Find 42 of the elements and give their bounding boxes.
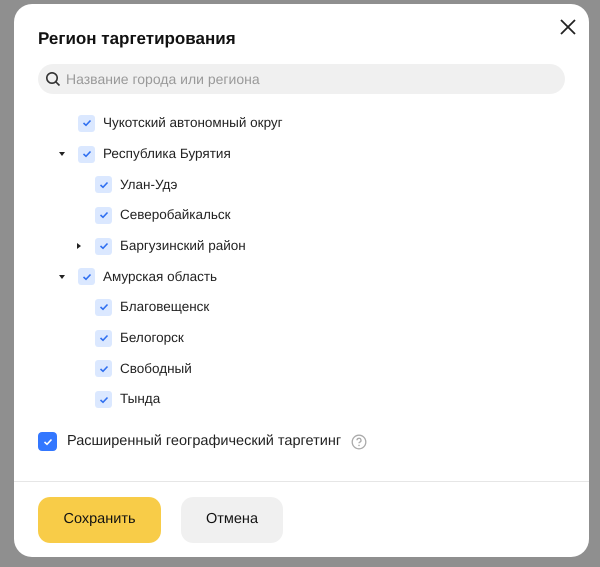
check-icon	[82, 272, 92, 281]
region-label: Белогорск	[120, 329, 184, 348]
region-label: Тында	[120, 390, 160, 408]
region-label: Благовещенск	[120, 298, 210, 316]
checkbox[interactable]	[78, 268, 95, 286]
region-label: Республика Бурятия	[103, 144, 231, 163]
checkbox[interactable]	[95, 206, 112, 224]
checkbox[interactable]	[95, 176, 112, 194]
region-label: Свободный	[120, 360, 192, 378]
checkbox[interactable]	[78, 146, 95, 163]
checkbox[interactable]	[95, 391, 112, 408]
checkbox[interactable]	[38, 432, 57, 452]
region-label: Чукотский автономный округ	[103, 114, 283, 132]
dialog-title: Регион таргетирования	[38, 28, 236, 50]
search-field[interactable]: Название города или региона	[38, 64, 565, 94]
checkbox[interactable]	[78, 114, 95, 132]
help-icon	[351, 434, 368, 450]
check-icon	[98, 396, 108, 404]
check-icon	[82, 119, 92, 128]
check-icon	[82, 150, 92, 158]
cancel-button[interactable]: Отмена	[181, 497, 283, 543]
region-label: Северобайкальск	[120, 206, 231, 224]
checkbox-label: Расширенный географический таргетинг	[67, 432, 342, 451]
check-icon	[98, 180, 108, 189]
check-icon	[98, 364, 108, 373]
checkbox[interactable]	[95, 330, 112, 347]
caret-icon[interactable]	[59, 151, 65, 158]
check-icon	[98, 242, 108, 250]
check-icon	[42, 438, 52, 446]
check-icon	[98, 303, 108, 312]
checkbox[interactable]	[95, 298, 112, 316]
checkbox[interactable]	[95, 360, 112, 378]
region-label: Улан-Удэ	[120, 176, 178, 194]
search-icon	[45, 71, 61, 87]
region-label: Амурская область	[103, 268, 218, 286]
checkbox[interactable]	[95, 238, 112, 255]
region-label: Баргузинский район	[120, 236, 246, 255]
save-button[interactable]: Сохранить	[38, 497, 161, 543]
check-icon	[98, 334, 108, 342]
check-icon	[98, 211, 108, 220]
caret-icon[interactable]	[59, 274, 65, 280]
caret-icon[interactable]	[76, 243, 82, 250]
